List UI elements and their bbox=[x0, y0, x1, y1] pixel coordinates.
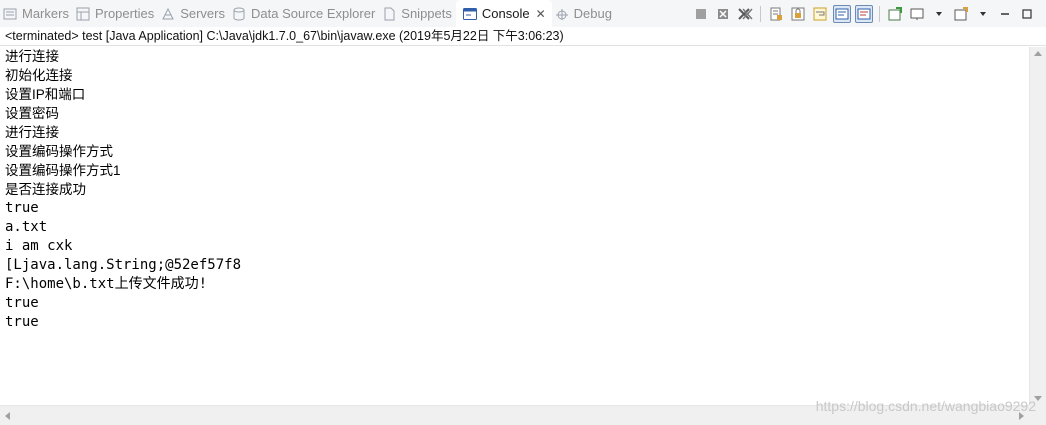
console-output[interactable]: 进行连接 初始化连接 设置IP和端口 设置密码 进行连接 设置编码操作方式 设置… bbox=[0, 47, 1029, 405]
properties-icon bbox=[75, 6, 91, 22]
console-line: 进行连接 bbox=[5, 125, 59, 140]
process-status-line: <terminated> test [Java Application] C:\… bbox=[0, 27, 1046, 46]
maximize-icon[interactable] bbox=[1018, 5, 1036, 23]
toolbar-separator bbox=[760, 6, 761, 22]
minimize-icon[interactable] bbox=[996, 5, 1014, 23]
console-icon bbox=[462, 6, 478, 22]
clear-console-icon[interactable] bbox=[767, 5, 785, 23]
tab-label: Properties bbox=[94, 6, 155, 21]
tab-properties[interactable]: Properties bbox=[73, 0, 158, 27]
console-line: 设置密码 bbox=[5, 106, 59, 121]
console-line: true bbox=[5, 295, 39, 311]
scroll-lock-icon[interactable] bbox=[789, 5, 807, 23]
tab-snippets[interactable]: Snippets bbox=[379, 0, 456, 27]
console-line: 是否连接成功 bbox=[5, 182, 86, 197]
display-console-icon[interactable] bbox=[908, 5, 926, 23]
pin-console-icon[interactable] bbox=[886, 5, 904, 23]
markers-icon bbox=[2, 6, 18, 22]
console-line: 设置编码操作方式1 bbox=[5, 163, 121, 178]
tab-label: Markers bbox=[22, 6, 69, 21]
tab-debug[interactable]: Debug bbox=[552, 0, 616, 27]
tab-console[interactable]: Console ✕ bbox=[455, 0, 552, 27]
chevron-down-icon[interactable] bbox=[930, 5, 948, 23]
console-line: true bbox=[5, 314, 39, 330]
show-stderr-icon[interactable] bbox=[855, 5, 873, 23]
console-line: 进行连接 bbox=[5, 49, 59, 64]
tab-label: Data Source Explorer bbox=[251, 6, 376, 21]
scroll-left-icon[interactable] bbox=[5, 412, 10, 420]
console-toolbar bbox=[692, 4, 1036, 24]
tab-data-source-explorer[interactable]: Data Source Explorer bbox=[229, 0, 379, 27]
console-line: i am cxk bbox=[5, 238, 73, 254]
console-line: F:\home\b.txt上传文件成功! bbox=[5, 276, 208, 292]
view-tab-bar: Markers Properties Servers Data Source E… bbox=[0, 0, 1046, 27]
tab-label: Debug bbox=[573, 6, 612, 21]
data-source-icon bbox=[231, 6, 247, 22]
snippets-icon bbox=[381, 6, 397, 22]
remove-all-terminated-icon[interactable] bbox=[736, 5, 754, 23]
chevron-down-icon[interactable] bbox=[974, 5, 992, 23]
tab-label: Snippets bbox=[401, 6, 452, 21]
close-icon[interactable]: ✕ bbox=[536, 7, 546, 21]
toolbar-separator bbox=[879, 6, 880, 22]
console-line: 设置IP和端口 bbox=[5, 87, 86, 102]
tab-markers[interactable]: Markers bbox=[0, 0, 73, 27]
terminate-icon[interactable] bbox=[692, 5, 710, 23]
tab-label: Servers bbox=[180, 6, 225, 21]
console-line: 初始化连接 bbox=[5, 68, 73, 83]
console-line: 设置编码操作方式 bbox=[5, 144, 113, 159]
vertical-scrollbar[interactable] bbox=[1029, 47, 1046, 405]
servers-icon bbox=[160, 6, 176, 22]
open-console-icon[interactable] bbox=[952, 5, 970, 23]
console-line: true bbox=[5, 200, 39, 216]
console-line: a.txt bbox=[5, 219, 48, 235]
console-line: [Ljava.lang.String;@52ef57f8 bbox=[5, 257, 242, 273]
tab-servers[interactable]: Servers bbox=[158, 0, 229, 27]
scroll-up-icon[interactable] bbox=[1034, 51, 1042, 56]
remove-launch-icon[interactable] bbox=[714, 5, 732, 23]
show-stdout-icon[interactable] bbox=[833, 5, 851, 23]
word-wrap-icon[interactable] bbox=[811, 5, 829, 23]
watermark: https://blog.csdn.net/wangbiao9292 bbox=[815, 398, 1036, 414]
tab-label: Console bbox=[481, 6, 530, 21]
debug-icon bbox=[554, 6, 570, 22]
